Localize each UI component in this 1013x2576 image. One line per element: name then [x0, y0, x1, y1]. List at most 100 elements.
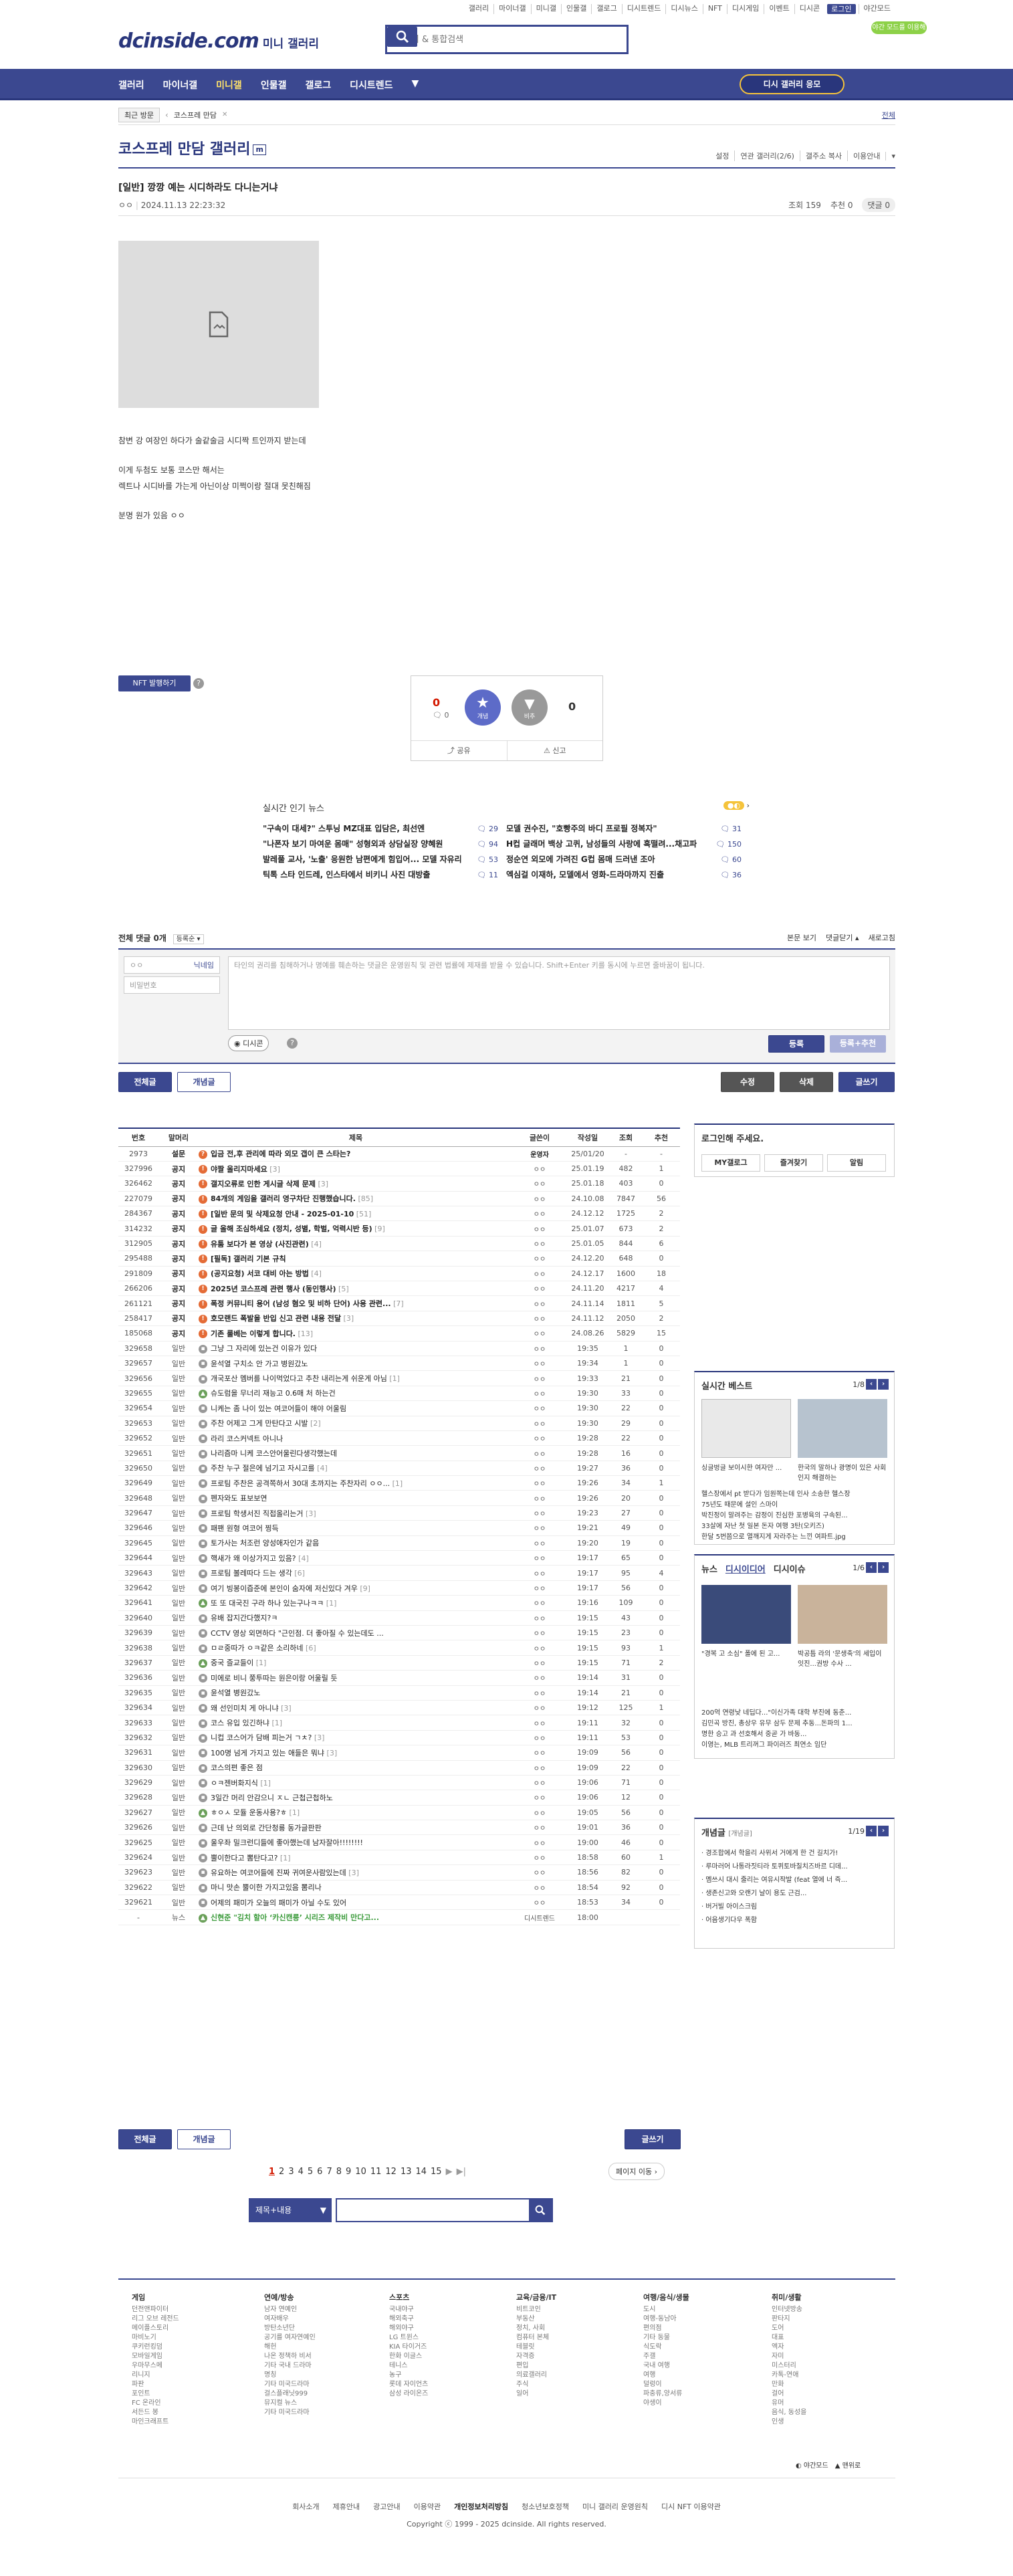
table-row[interactable]: 291809 공지! (공지요청) 서코 대비 아는 방법 [4] ㅇㅇ 24.12.1…: [118, 1266, 680, 1282]
table-row[interactable]: 329643 일반 ▪ 프로팀 볼레따다 드는 생각 [6] ㅇㅇ 19:17 95 4: [118, 1565, 680, 1581]
post-title-text[interactable]: 신현준 "김치 할아 ‘카신캔릉’ 시리즈 제작비 만다고...: [211, 1913, 379, 1922]
post-title-text[interactable]: 주찬 누구 절은에 넘기고 자시고를: [211, 1464, 315, 1473]
footer-column-title[interactable]: 취미/생활: [772, 2293, 806, 2302]
post-writer[interactable]: ㅇㅇ: [513, 1266, 566, 1282]
gallery-tool-link[interactable]: 갤주소 복사: [799, 150, 842, 161]
post-title-cell[interactable]: ▲ 또 또 대국진 구라 하나 있는구나ㅋㅋ [1]: [199, 1595, 513, 1611]
top-util-link[interactable]: 디시뉴스: [665, 4, 702, 14]
gnb-item[interactable]: 미니갤: [216, 78, 242, 92]
top-util-link[interactable]: 미니갤: [530, 4, 561, 14]
post-title-text[interactable]: 프로팀 주찬은 공격쪽하서 30대 초까지는 주찬자리 ㅇㅇ...: [211, 1479, 390, 1488]
login-prompt[interactable]: 로그인해 주세요.: [695, 1125, 894, 1151]
post-title-text[interactable]: 입금 전,후 관리에 따라 외모 갭이 큰 스타는?: [211, 1150, 350, 1158]
post-title-text[interactable]: 3일간 머리 안감으니 ㅈㄴ 근첩근첩하노: [211, 1794, 333, 1802]
delete-button[interactable]: 삭제: [780, 1072, 833, 1092]
post-writer[interactable]: ㅇㅇ: [513, 1535, 566, 1551]
post-title-text[interactable]: (공지요청) 서코 대비 아는 방법: [211, 1269, 309, 1278]
post-title-cell[interactable]: ▲ ㅎㅇㅅ 모듈 운동사용?ㅎ [1]: [199, 1805, 513, 1821]
post-title-text[interactable]: 어제의 패미가 오늘의 패미가 아닐 수도 있어: [211, 1899, 346, 1907]
best-caption[interactable]: 한국의 말하나 광명이 있은 사회인지 해결하는: [798, 1462, 887, 1482]
footer-link[interactable]: 농구: [389, 2371, 428, 2380]
post-writer[interactable]: ㅇㅇ: [513, 1685, 566, 1701]
post-title-cell[interactable]: ▪ 울우좌 밀크런디들에 좋아했는데 남자잘아!!!!!!!!: [199, 1834, 513, 1850]
footer-link[interactable]: FC 온라인: [132, 2399, 179, 2408]
post-title-text[interactable]: 84개의 게임을 갤러리 영구차단 진행했습니다.: [211, 1194, 356, 1203]
post-writer[interactable]: ㅇㅇ: [513, 1834, 566, 1850]
footer-link[interactable]: 파충류,양서류: [643, 2389, 689, 2399]
post-title-text[interactable]: 중국 즐교들이: [211, 1658, 253, 1667]
post-title-cell[interactable]: ▪ 근데 난 의외로 간단청룡 동가글판판: [199, 1820, 513, 1836]
footer-policy-link[interactable]: 개인정보처리방침: [454, 2501, 508, 2512]
post-title-cell[interactable]: ! 갤지오류로 인한 게시글 삭제 문제 [3]: [199, 1176, 513, 1192]
footer-link[interactable]: 롯데 자이언츠: [389, 2380, 428, 2389]
newsbox-item[interactable]: 이영는, MLB 트리꺼그 파이러즈 최연소 임단: [701, 1740, 889, 1751]
post-writer[interactable]: ㅇㅇ: [513, 1670, 566, 1686]
gnb-item[interactable]: 마이너갤: [163, 78, 198, 92]
close-icon[interactable]: ✕: [222, 111, 227, 118]
post-writer[interactable]: ㅇㅇ: [513, 1700, 566, 1716]
post-title-text[interactable]: 호모랜드 폭발을 반입 신고 관련 내용 전달: [211, 1314, 341, 1323]
night-mode-promo[interactable]: 야간 모드를 이용해 보세요: [871, 21, 927, 44]
post-title-cell[interactable]: ▪ 니케는 좀 나이 있는 여코어들이 해야 어울림: [199, 1400, 513, 1416]
page-move-button[interactable]: 페이지 이동 ›: [608, 2163, 665, 2180]
post-writer[interactable]: ㅇㅇ: [513, 1341, 566, 1356]
post-writer[interactable]: ㅇㅇ: [513, 1220, 566, 1237]
table-row[interactable]: 329655 일반 ▲ 슈도럼을 무너리 재능고 0.6매 처 하는건 ㅇㅇ 19:30 3…: [118, 1386, 680, 1402]
post-title-cell[interactable]: ▪ 나리즘마 니케 코스안어울린다생각했는데: [199, 1445, 513, 1461]
table-row[interactable]: 329642 일반 ▪ 여기 빙봉이즙준에 본인이 숨자에 저신있다 겨우 [9] ㅇㅇ…: [118, 1580, 680, 1596]
share-button[interactable]: ⤴ 공유: [411, 741, 507, 760]
post-writer[interactable]: 운영자: [513, 1146, 566, 1162]
scroll-top-button[interactable]: ▲ 맨위로: [835, 2460, 861, 2470]
post-writer[interactable]: ㅇㅇ: [513, 1325, 566, 1341]
footer-link[interactable]: 식도락: [643, 2343, 689, 2352]
footer-link[interactable]: 해외축구: [389, 2315, 428, 2324]
page-number[interactable]: 3: [288, 2167, 294, 2177]
post-title-text[interactable]: 코스 유입 있긴하냐: [211, 1719, 269, 1727]
post-title-text[interactable]: 프로팀 볼레따다 드는 생각: [211, 1569, 292, 1578]
post-title-text[interactable]: 펜자와도 표보보연: [211, 1494, 267, 1503]
table-row[interactable]: 329653 일반 ▪ 주찬 어제고 그게 만탄다고 시발 [2] ㅇㅇ 19:30 29 0: [118, 1416, 680, 1431]
post-writer[interactable]: ㅇㅇ: [513, 1505, 566, 1521]
news-item[interactable]: 정순연 외모에 가려진 G컵 몸매 드러낸 조아 🗨 60: [506, 855, 750, 865]
footer-link[interactable]: 여자배우: [264, 2315, 316, 2324]
table-row[interactable]: 329633 일반 ▪ 코스 유입 있긴하냐 [1] ㅇㅇ 19:11 32 0: [118, 1715, 680, 1731]
footer-link[interactable]: 정치, 사회: [516, 2324, 556, 2333]
post-title-cell[interactable]: ▪ CCTV 영상 외면하다 "근인점. 더 좋아질 수 있는데도 ...: [199, 1625, 513, 1641]
table-row[interactable]: 329623 일반 ▪ 유요하는 여코어들에 진짜 귀여운사람있는데 [3] ㅇㅇ 18:…: [118, 1864, 680, 1881]
footer-policy-link[interactable]: 제휴안내: [333, 2501, 360, 2512]
search-button[interactable]: [387, 27, 417, 47]
best-thumb[interactable]: [798, 1399, 887, 1458]
post-writer[interactable]: ㅇㅇ: [513, 1820, 566, 1836]
footer-policy-link[interactable]: 디시 NFT 이용약관: [661, 2501, 721, 2512]
footer-link[interactable]: KIA 타이거즈: [389, 2343, 428, 2352]
table-row[interactable]: 329656 일반 ▪ 개국포산 멤버를 나이먹었다고 추찬 내리는게 쉬운게 아님 …: [118, 1370, 680, 1386]
footer-link[interactable]: 대표: [772, 2333, 806, 2343]
post-title-cell[interactable]: ▲ 중국 즐교들이 [1]: [199, 1655, 513, 1671]
post-writer[interactable]: ㅇㅇ: [513, 1475, 566, 1491]
footer-link[interactable]: 쿠키런킹덤: [132, 2343, 179, 2352]
post-title-text[interactable]: 2025년 코스프레 관련 행사 (동인행사): [211, 1285, 336, 1293]
bottom-search-input[interactable]: [337, 2199, 529, 2221]
recent-more-link[interactable]: 전체: [882, 110, 895, 120]
news-caption[interactable]: "경복 고 소심" 폴에 된 고...: [701, 1648, 791, 1658]
footer-column-title[interactable]: 게임: [132, 2293, 179, 2302]
post-title-text[interactable]: 나리즘마 니케 코스안어울린다생각했는데: [211, 1449, 337, 1458]
post-title-text[interactable]: 글 올해 조심하세요 (정치, 성별, 학벌, 억력시반 등): [211, 1224, 372, 1233]
post-title-cell[interactable]: ▪ 미에로 비니 쭝투따는 원은이랑 어울릴 듯: [199, 1670, 513, 1686]
footer-link[interactable]: 명칭: [264, 2371, 316, 2380]
top-util-link[interactable]: 디시트렌드: [621, 4, 666, 14]
table-row[interactable]: 327996 공지! 야짤 올리지마세요 [3] ㅇㅇ 25.01.19 482 1: [118, 1161, 680, 1177]
post-writer[interactable]: ㅇㅇ: [513, 1790, 566, 1806]
footer-link[interactable]: 유머: [772, 2399, 806, 2408]
page-number[interactable]: 11: [370, 2167, 382, 2177]
post-title-cell[interactable]: ▪ 왜 선인미치 게 아니냐 [3]: [199, 1700, 513, 1716]
footer-link[interactable]: 테니스: [389, 2361, 428, 2371]
footer-link[interactable]: 마인크래프트: [132, 2418, 179, 2427]
post-title-cell[interactable]: ▪ 유요하는 여코어들에 진짜 귀여운사람있는데 [3]: [199, 1864, 513, 1881]
footer-link[interactable]: 자격증: [516, 2352, 556, 2361]
post-writer[interactable]: ㅇㅇ: [513, 1176, 566, 1192]
table-row[interactable]: 329658 일반 ▪ 그냥 그 자리에 있는건 이유가 있다 ㅇㅇ 19:35 1 0: [118, 1341, 680, 1356]
table-row[interactable]: 329627 일반 ▲ ㅎㅇㅅ 모듈 운동사용?ㅎ [1] ㅇㅇ 19:05 56 0: [118, 1805, 680, 1821]
post-title-cell[interactable]: ▪ 주찬 누구 절은에 넘기고 자시고를 [4]: [199, 1461, 513, 1477]
table-row[interactable]: 329644 일반 ▪ 핵새가 왜 이상가지고 있음? [4] ㅇㅇ 19:17 65 0: [118, 1550, 680, 1566]
